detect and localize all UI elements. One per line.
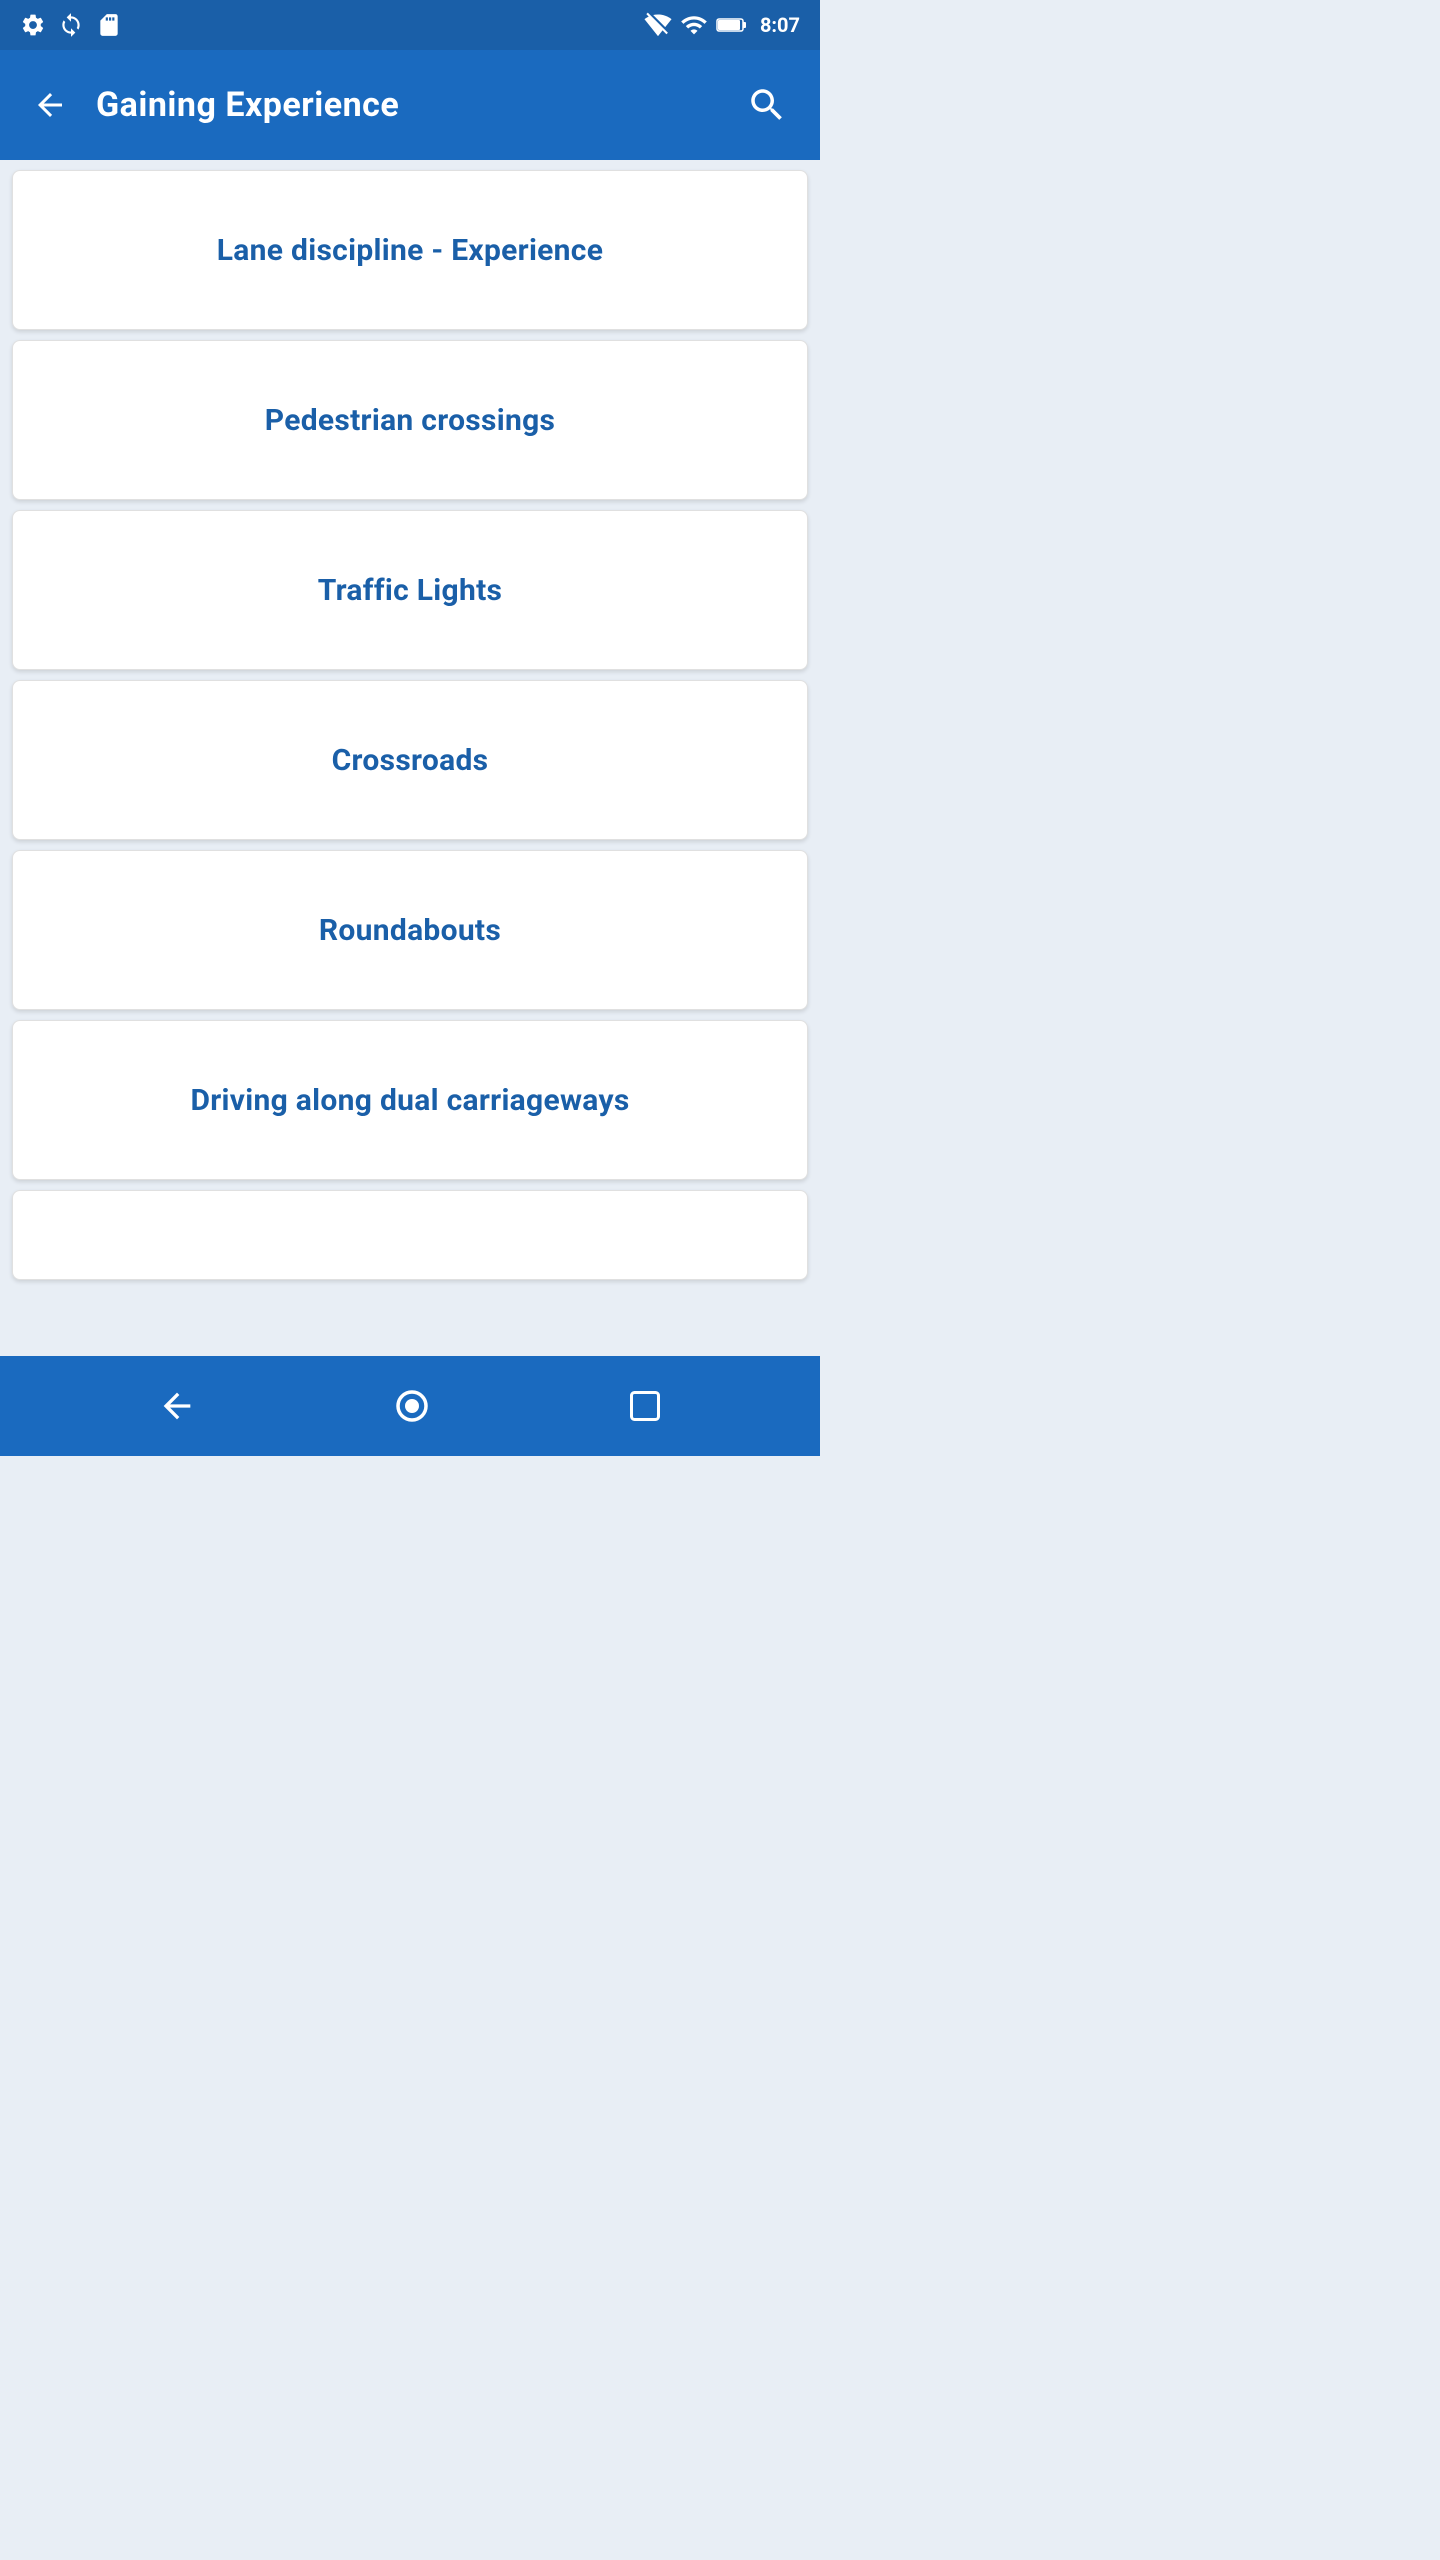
sync-icon: [58, 12, 84, 38]
menu-item-label: Pedestrian crossings: [265, 403, 555, 438]
status-bar-left-icons: [20, 12, 122, 38]
search-icon: [746, 84, 788, 126]
app-bar: Gaining Experience: [0, 50, 820, 160]
back-button[interactable]: [24, 79, 76, 131]
status-bar-right-icons: 8:07: [644, 11, 800, 39]
nav-recent-icon: [627, 1388, 663, 1424]
nav-back-button[interactable]: [147, 1376, 207, 1436]
back-arrow-icon: [32, 87, 68, 123]
app-bar-title: Gaining Experience: [96, 85, 399, 125]
nav-recent-button[interactable]: [617, 1378, 673, 1434]
gear-icon: [20, 12, 46, 38]
search-button[interactable]: [738, 76, 796, 134]
menu-item[interactable]: Lane discipline - Experience: [12, 170, 808, 330]
bottom-nav: [0, 1356, 820, 1456]
signal-icon: [680, 11, 708, 39]
sdcard-icon: [96, 12, 122, 38]
nav-back-icon: [157, 1386, 197, 1426]
status-time: 8:07: [760, 13, 800, 37]
battery-icon: [716, 15, 748, 35]
nav-home-button[interactable]: [381, 1375, 443, 1437]
status-bar: 8:07: [0, 0, 820, 50]
menu-item-partial[interactable]: [12, 1190, 808, 1280]
menu-item-label: Traffic Lights: [318, 573, 503, 608]
menu-item[interactable]: Driving along dual carriageways: [12, 1020, 808, 1180]
menu-item-label: Driving along dual carriageways: [190, 1083, 629, 1118]
menu-item[interactable]: Traffic Lights: [12, 510, 808, 670]
menu-item-label: Roundabouts: [319, 913, 501, 948]
wifi-icon: [644, 11, 672, 39]
content-area: Lane discipline - Experience Pedestrian …: [0, 160, 820, 1356]
menu-item[interactable]: Pedestrian crossings: [12, 340, 808, 500]
menu-item[interactable]: Roundabouts: [12, 850, 808, 1010]
menu-item-label: Lane discipline - Experience: [217, 233, 603, 268]
app-bar-left: Gaining Experience: [24, 79, 399, 131]
menu-item[interactable]: Crossroads: [12, 680, 808, 840]
menu-item-label: Crossroads: [332, 743, 489, 778]
nav-home-icon: [391, 1385, 433, 1427]
